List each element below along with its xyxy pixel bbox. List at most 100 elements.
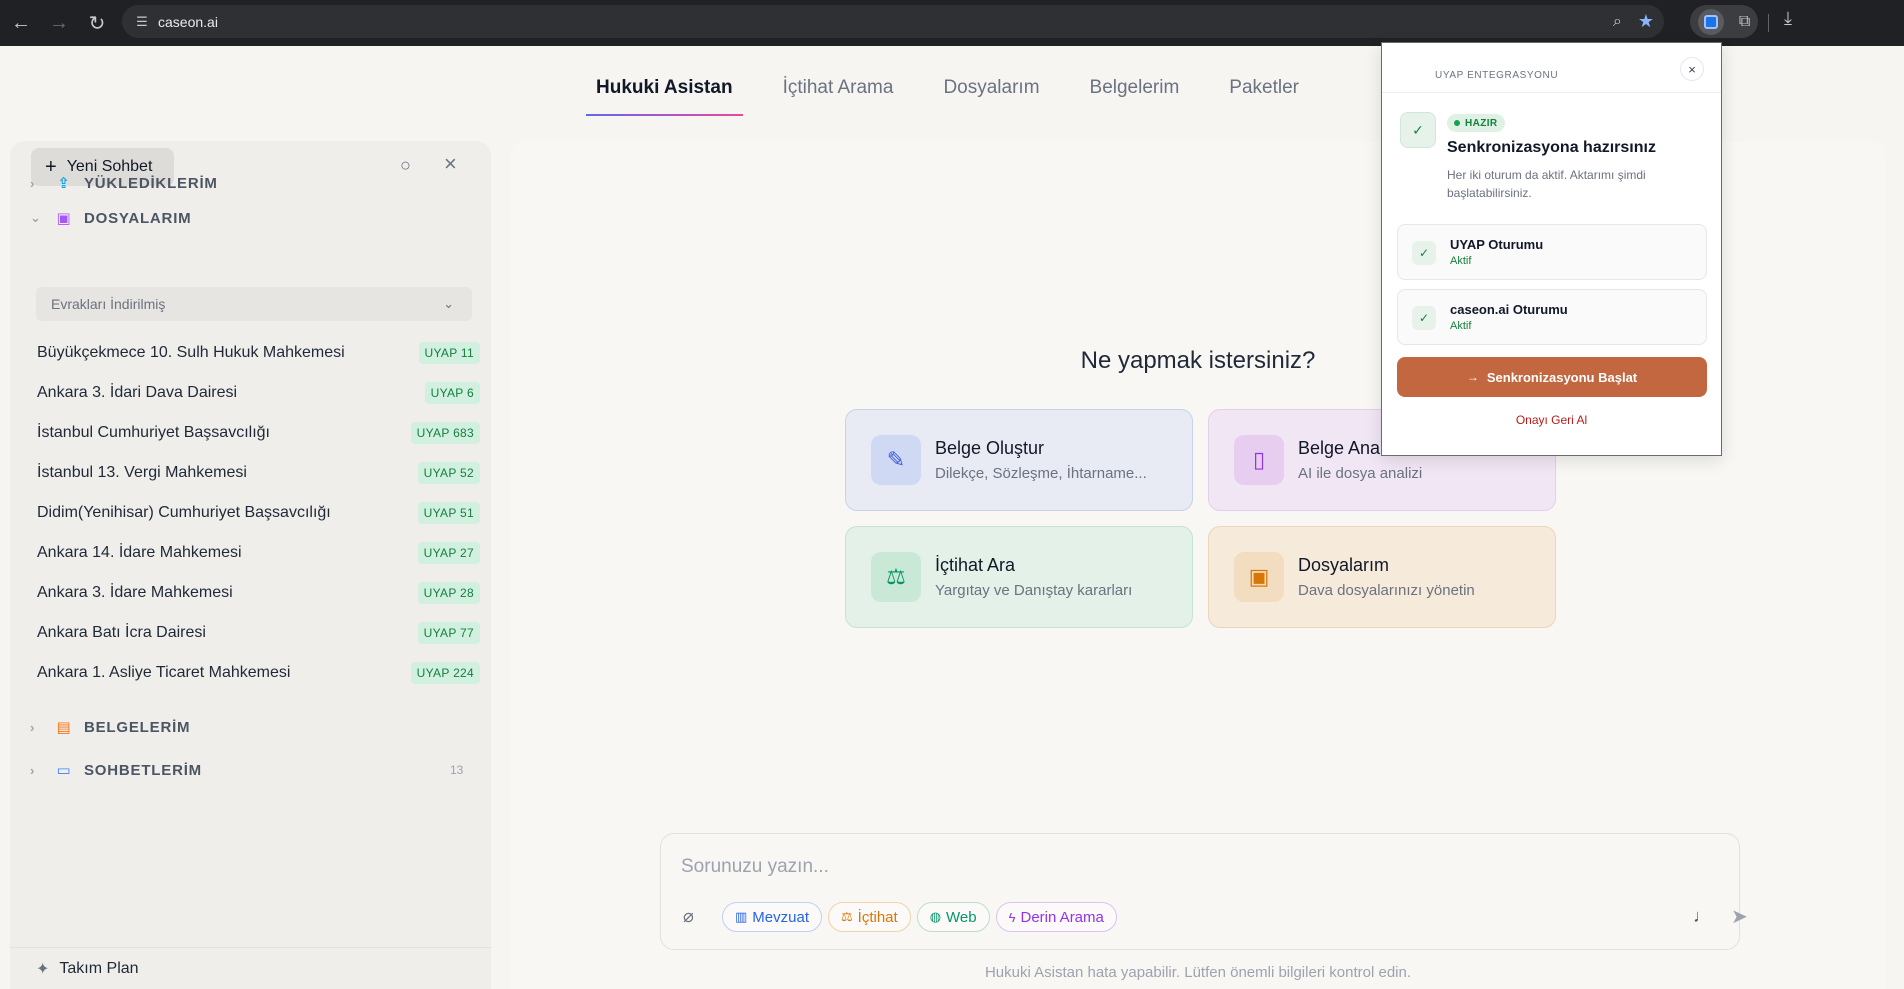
tab-belgelerim[interactable]: Belgelerim — [1080, 46, 1190, 130]
popup-title: UYAP ENTEGRASYONU — [1435, 70, 1559, 81]
section-uploads[interactable]: › ⇪ YÜKLEDİKLERİM — [30, 171, 218, 195]
document-icon: ▤ — [56, 719, 72, 736]
session-title: UYAP Oturumu — [1450, 237, 1544, 252]
scale-icon: ⚖ — [841, 909, 853, 924]
revoke-consent-link[interactable]: Onayı Geri Al — [1382, 413, 1721, 427]
case-list: Büyükçekmece 10. Sulh Hukuk Mahkemesi UY… — [30, 333, 480, 693]
chat-composer: ⌀ ▥ Mevzuat ⚖ İçtihat ◍ Web ϟ Derin Aram… — [660, 833, 1748, 950]
popup-description: Her iki oturum da aktif. Aktarımı şimdi … — [1447, 168, 1646, 200]
list-item[interactable]: Ankara 1. Asliye Ticaret Mahkemesi UYAP … — [30, 653, 480, 693]
zoom-icon[interactable]: ⌕ — [1613, 13, 1622, 31]
case-name: İstanbul Cumhuriyet Başsavcılığı — [37, 424, 270, 441]
briefcase-icon: ▣ — [56, 210, 72, 227]
uyap-badge: UYAP 52 — [417, 462, 480, 484]
reload-icon[interactable]: ↻ — [80, 6, 114, 40]
card-my-cases[interactable]: ▣ Dosyalarım Dava dosyalarınızı yönetin — [1208, 526, 1556, 628]
case-filter-dropdown[interactable]: Evrakları İndirilmiş ⌄ — [36, 287, 472, 321]
status-badge-label: HAZIR — [1465, 117, 1498, 129]
section-uploads-label: YÜKLEDİKLERİM — [84, 174, 218, 192]
uyap-badge: UYAP 77 — [417, 622, 480, 644]
case-name: Ankara 14. İdare Mahkemesi — [37, 544, 242, 561]
tab-ictihat-arama[interactable]: İçtihat Arama — [773, 46, 904, 130]
section-chats[interactable]: › ▭ SOHBETLERİM 13 — [30, 758, 463, 782]
status-dot — [1454, 120, 1460, 126]
uyap-badge: UYAP 51 — [417, 502, 480, 524]
chevron-right-icon: › — [30, 175, 36, 191]
tab-paketler[interactable]: Paketler — [1219, 46, 1309, 130]
case-name: Ankara 3. İdare Mahkemesi — [37, 584, 233, 601]
section-cases[interactable]: ⌄ ▣ DOSYALARIM — [30, 206, 191, 230]
card-subtitle: Dilekçe, Sözleşme, İhtarname... — [935, 465, 1147, 482]
uyap-extension-icon[interactable] — [1697, 8, 1724, 35]
popup-heading: Senkronizasyona hazırsınız — [1447, 139, 1656, 156]
session-title: caseon.ai Oturumu — [1450, 302, 1568, 317]
microphone-icon[interactable]: ♩ — [1693, 906, 1711, 927]
list-item[interactable]: Ankara 14. İdare Mahkemesi UYAP 27 — [30, 533, 480, 573]
chats-count: 13 — [450, 763, 464, 777]
chat-icon: ▭ — [56, 762, 72, 779]
url-text[interactable]: caseon.ai — [158, 14, 218, 30]
start-sync-button[interactable]: → Senkronizasyonu Başlat — [1397, 357, 1707, 397]
uyap-badge: UYAP 224 — [410, 662, 480, 684]
status-badge: HAZIR — [1447, 114, 1505, 132]
list-item[interactable]: Büyükçekmece 10. Sulh Hukuk Mahkemesi UY… — [30, 333, 480, 373]
address-bar[interactable]: ☰ caseon.ai ⌕ ★ — [122, 5, 1664, 38]
card-search-caselaw[interactable]: ⚖ İçtihat Ara Yargıtay ve Danıştay karar… — [845, 526, 1193, 628]
back-icon[interactable]: ← — [4, 6, 38, 40]
list-item[interactable]: Ankara 3. İdare Mahkemesi UYAP 28 — [30, 573, 480, 613]
globe-icon: ◍ — [929, 909, 942, 924]
pen-icon: ✎ — [871, 435, 921, 485]
card-title: Belge Oluştur — [935, 438, 1045, 458]
extensions-group: ⧉ — [1690, 5, 1758, 38]
card-subtitle: AI ile dosya analizi — [1298, 465, 1423, 482]
list-item[interactable]: İstanbul 13. Vergi Mahkemesi UYAP 52 — [30, 453, 480, 493]
book-icon: ▥ — [735, 909, 748, 924]
case-name: Ankara 3. İdari Dava Dairesi — [37, 384, 238, 401]
plan-footer[interactable]: ✦ Takım Plan — [10, 947, 491, 989]
upload-icon: ⇪ — [57, 175, 71, 192]
uyap-session-status: ✓ UYAP Oturumu Aktif — [1397, 224, 1707, 280]
start-sync-label: Senkronizasyonu Başlat — [1486, 369, 1638, 385]
card-title: İçtihat Ara — [935, 555, 1016, 575]
uyap-badge: UYAP 683 — [410, 422, 480, 444]
extensions-puzzle-icon[interactable]: ⧉ — [1739, 13, 1750, 31]
list-item[interactable]: Ankara 3. İdari Dava Dairesi UYAP 6 — [30, 373, 480, 413]
list-item[interactable]: Ankara Batı İcra Dairesi UYAP 77 — [30, 613, 480, 653]
scale-icon: ⚖ — [871, 552, 921, 602]
sidebar: + Yeni Sohbet ○ × › ⇪ YÜKLEDİKLERİM ⌄ ▣ … — [10, 141, 491, 989]
forward-icon[interactable]: → — [42, 6, 76, 40]
download-icon[interactable]: ⤓ — [1784, 8, 1792, 29]
close-icon[interactable]: × — [1680, 57, 1704, 81]
card-subtitle: Yargıtay ve Danıştay kararları — [935, 582, 1133, 599]
list-item[interactable]: İstanbul Cumhuriyet Başsavcılığı UYAP 68… — [30, 413, 480, 453]
file-search-icon: ▯ — [1234, 435, 1284, 485]
arrow-right-icon: → — [1466, 370, 1479, 384]
card-create-document[interactable]: ✎ Belge Oluştur Dilekçe, Sözleşme, İhtar… — [845, 409, 1193, 511]
sparkle-icon: ✦ — [36, 960, 50, 978]
plan-label: Takım Plan — [59, 959, 139, 977]
close-icon[interactable]: × — [444, 151, 457, 177]
tab-hukuki-asistan[interactable]: Hukuki Asistan — [586, 46, 743, 130]
send-icon[interactable]: ➤ — [1731, 904, 1748, 929]
section-chats-label: SOHBETLERİM — [84, 761, 202, 779]
case-name: Ankara 1. Asliye Ticaret Mahkemesi — [37, 664, 291, 681]
list-item[interactable]: Didim(Yenihisar) Cumhuriyet Başsavcılığı… — [30, 493, 480, 533]
question-input[interactable] — [681, 856, 1581, 878]
case-name: Ankara Batı İcra Dairesi — [37, 624, 206, 641]
uyap-badge: UYAP 6 — [424, 382, 480, 404]
chip-label: Web — [946, 908, 977, 926]
chip-web[interactable]: ◍ Web — [916, 902, 990, 932]
site-info-icon[interactable]: ☰ — [134, 14, 150, 30]
paperclip-icon[interactable]: ⌀ — [683, 906, 694, 927]
chevron-down-icon: ⌄ — [30, 210, 42, 225]
caseon-session-status: ✓ caseon.ai Oturumu Aktif — [1397, 289, 1707, 345]
chip-mevzuat[interactable]: ▥ Mevzuat — [722, 902, 822, 932]
chip-deep-search[interactable]: ϟ Derin Arama — [995, 902, 1117, 932]
case-name: Didim(Yenihisar) Cumhuriyet Başsavcılığı — [37, 504, 331, 521]
search-icon[interactable]: ○ — [400, 155, 411, 176]
section-documents[interactable]: › ▤ BELGELERİM — [30, 715, 190, 739]
tab-dosyalarim[interactable]: Dosyalarım — [933, 46, 1049, 130]
chip-ictihat[interactable]: ⚖ İçtihat — [828, 902, 911, 932]
bookmark-star-icon[interactable]: ★ — [1638, 11, 1654, 32]
check-icon: ✓ — [1400, 112, 1436, 148]
